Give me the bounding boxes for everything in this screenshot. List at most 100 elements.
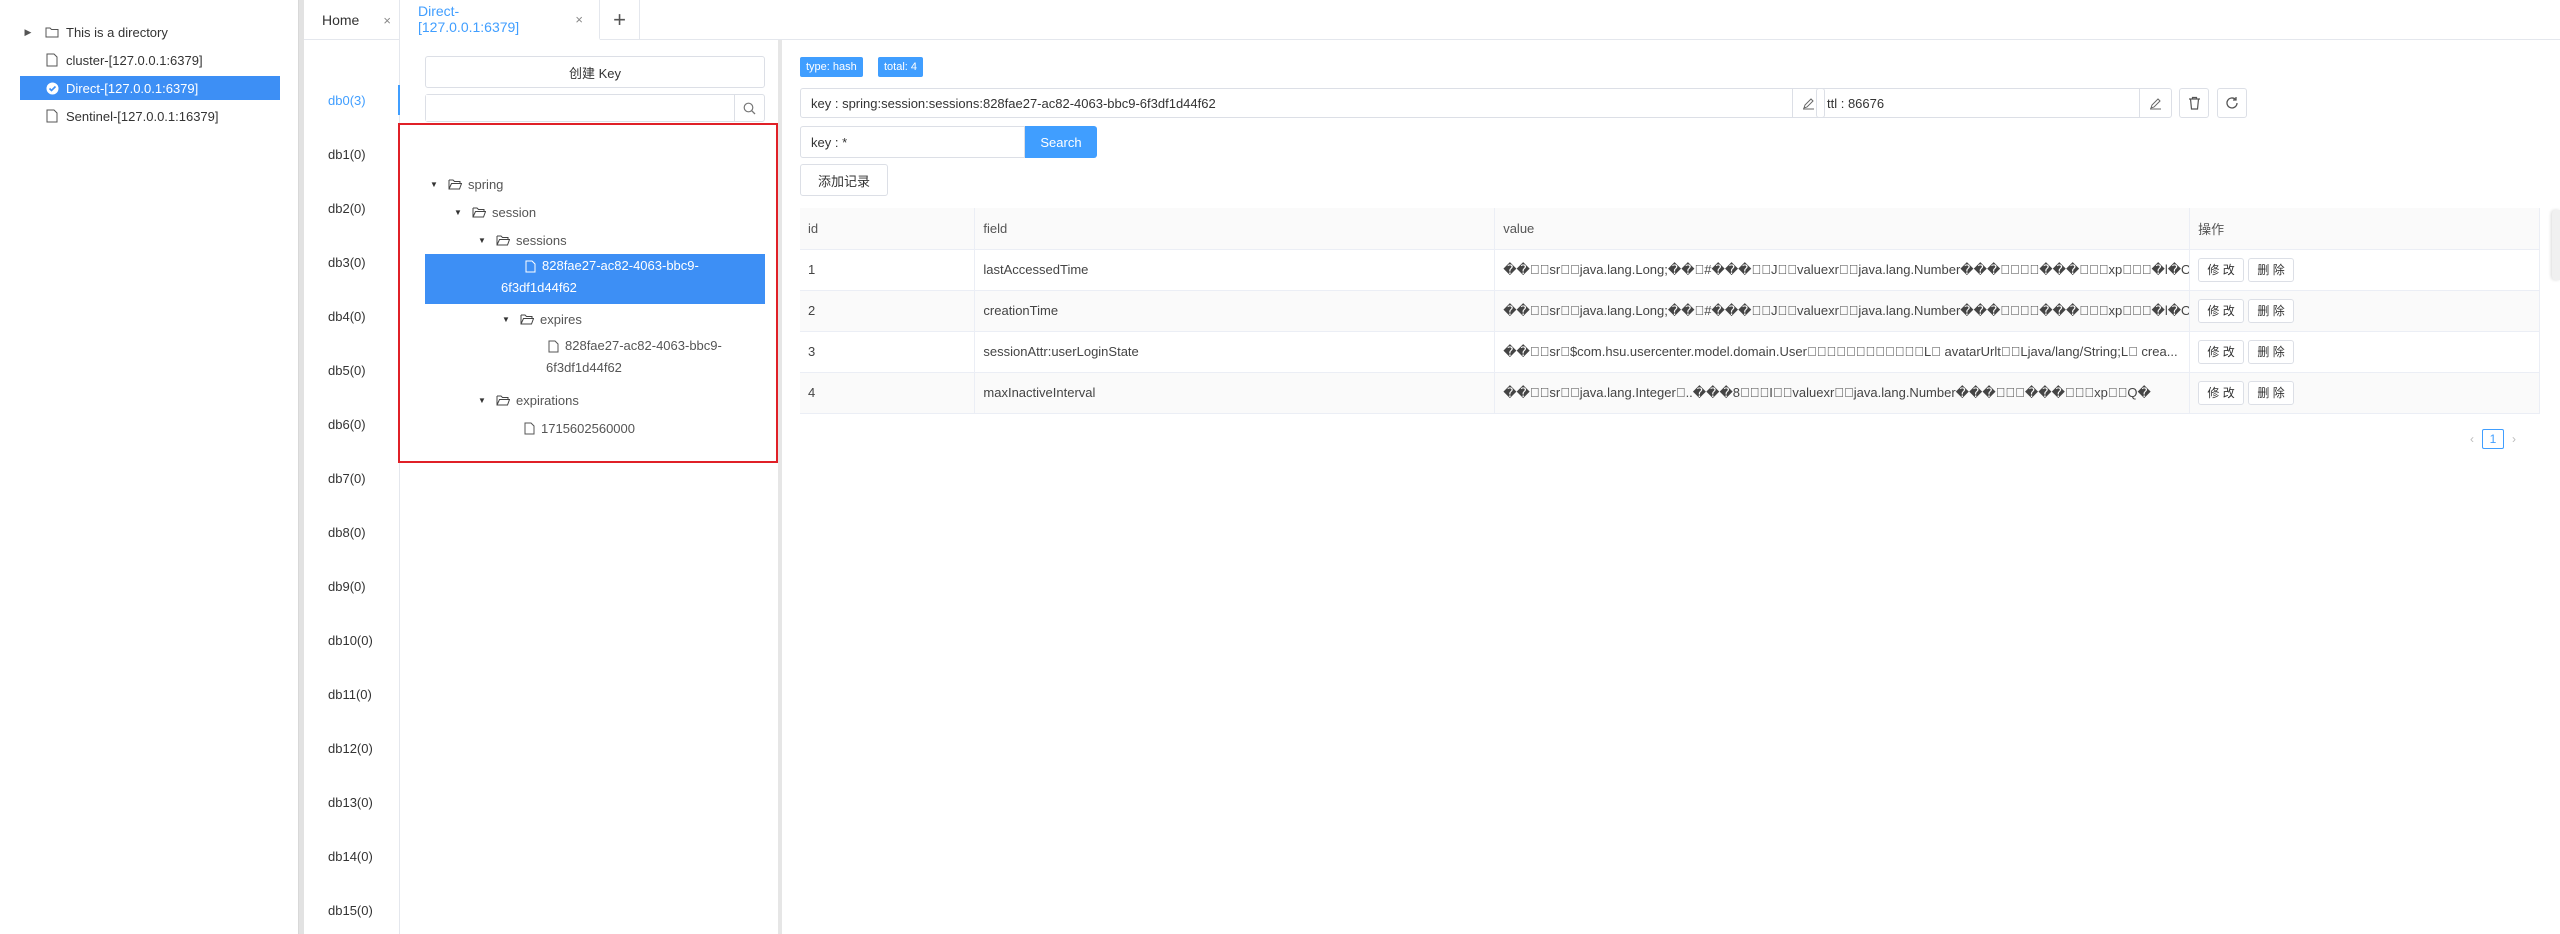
table-row[interactable]: 1 lastAccessedTime �� sr java.lang.Long;… xyxy=(800,249,2540,291)
modify-button[interactable]: 修 改 xyxy=(2198,380,2245,405)
sidebar-item-sentinel[interactable]: Sentinel-[127.0.0.1:16379] xyxy=(20,104,280,128)
ttl-field[interactable]: ttl : 86676 xyxy=(1816,88,2172,118)
refresh-icon xyxy=(2225,96,2239,110)
tree-leaf-expires-key[interactable]: 828fae27-ac82-4063-bbc9- 6f3df1d44f62 xyxy=(546,334,768,380)
database-item[interactable]: db14(0) xyxy=(304,841,400,871)
cell-actions: 修 改删 除 xyxy=(2189,372,2540,414)
pagination: ‹ 1 › xyxy=(2470,429,2516,449)
database-item[interactable]: db0(3) xyxy=(304,85,400,115)
database-item[interactable]: db9(0) xyxy=(304,571,400,601)
key-search-input[interactable] xyxy=(426,95,726,121)
folder-icon xyxy=(44,26,60,38)
tree-leaf-selected-session-key[interactable]: 828fae27-ac82-4063-bbc9- 6f3df1d44f62 xyxy=(425,254,765,304)
caret-down-icon[interactable]: ▼ xyxy=(476,396,488,405)
cell-value: �� sr java.lang.Long;��#��� J value… xyxy=(1494,249,2191,291)
delete-key-button[interactable] xyxy=(2179,88,2209,118)
database-item[interactable]: db13(0) xyxy=(304,787,400,817)
modify-button[interactable]: 修 改 xyxy=(2198,257,2245,282)
table-row[interactable]: 3 sessionAttr:userLoginState �� sr $com.h… xyxy=(800,331,2540,373)
sidebar-item-direct[interactable]: Direct-[127.0.0.1:6379] xyxy=(20,76,280,100)
column-header-actions: 操作 xyxy=(2189,208,2540,250)
tree-node-label: expires xyxy=(540,311,582,327)
database-list: db0(3) db1(0) db2(0) db3(0) db4(0) db5(0) db6(… xyxy=(304,40,400,934)
tree-node-expirations[interactable]: ▼ expirations xyxy=(476,387,579,413)
cell-id: 1 xyxy=(800,249,976,291)
create-key-button[interactable]: 创建 Key xyxy=(425,56,765,88)
delete-button[interactable]: 删 除 xyxy=(2248,380,2295,405)
trash-icon xyxy=(2188,96,2201,110)
add-tab-button[interactable]: + xyxy=(600,0,640,40)
file-icon xyxy=(548,340,559,353)
prev-page-button[interactable]: ‹ xyxy=(2470,432,2474,446)
sidebar-item-label: cluster-[127.0.0.1:6379] xyxy=(66,52,203,68)
sidebar-item-cluster[interactable]: cluster-[127.0.0.1:6379] xyxy=(20,48,280,72)
cell-field: maxInactiveInterval xyxy=(974,372,1496,414)
database-item[interactable]: db7(0) xyxy=(304,463,400,493)
database-item[interactable]: db1(0) xyxy=(304,139,400,169)
tab-label: Direct-[127.0.0.1:6379] xyxy=(418,3,520,35)
modify-button[interactable]: 修 改 xyxy=(2198,339,2245,364)
tree-node-expires[interactable]: ▼ expires xyxy=(500,306,582,332)
next-page-button[interactable]: › xyxy=(2512,432,2516,446)
tree-node-label: 828fae27-ac82-4063-bbc9- xyxy=(542,258,699,273)
edit-icon[interactable] xyxy=(2139,89,2171,117)
folder-open-icon xyxy=(472,206,486,218)
search-icon[interactable] xyxy=(734,95,764,121)
field-filter-input[interactable]: key : * xyxy=(800,126,1025,158)
refresh-button[interactable] xyxy=(2217,88,2247,118)
search-button[interactable]: Search xyxy=(1025,126,1097,158)
tree-leaf-expirations-key[interactable]: 1715602560000 xyxy=(524,415,635,441)
database-item[interactable]: db10(0) xyxy=(304,625,400,655)
tree-node-sessions[interactable]: ▼ sessions xyxy=(476,227,567,253)
tree-node-label-continued: 6f3df1d44f62 xyxy=(546,360,622,375)
database-item[interactable]: db6(0) xyxy=(304,409,400,439)
column-header-value[interactable]: value xyxy=(1494,208,2191,250)
database-item[interactable]: db15(0) xyxy=(304,895,400,925)
tab-bar: Home × Direct-[127.0.0.1:6379] × + xyxy=(304,0,2560,40)
close-icon[interactable]: × xyxy=(575,12,583,27)
database-item[interactable]: db4(0) xyxy=(304,301,400,331)
tree-node-spring[interactable]: ▼ spring xyxy=(428,171,503,197)
caret-down-icon[interactable]: ▼ xyxy=(428,180,440,189)
cell-field: sessionAttr:userLoginState xyxy=(974,331,1496,373)
database-item[interactable]: db2(0) xyxy=(304,193,400,223)
tab-home[interactable]: Home × xyxy=(304,0,400,40)
column-header-field[interactable]: field xyxy=(974,208,1496,250)
table-row[interactable]: 2 creationTime �� sr java.lang.Long;��#… xyxy=(800,290,2540,332)
modify-button[interactable]: 修 改 xyxy=(2198,298,2245,323)
caret-down-icon[interactable]: ▼ xyxy=(500,315,512,324)
add-record-button[interactable]: 添加记录 xyxy=(800,164,888,196)
tab-label: Home xyxy=(322,12,360,28)
tab-direct[interactable]: Direct-[127.0.0.1:6379] × xyxy=(400,0,600,40)
column-header-id[interactable]: id xyxy=(800,208,976,250)
tree-node-label: sessions xyxy=(516,232,567,248)
database-item[interactable]: db3(0) xyxy=(304,247,400,277)
database-item[interactable]: db11(0) xyxy=(304,679,400,709)
cell-value: �� sr $com.hsu.usercenter.model.domain.… xyxy=(1494,331,2191,373)
caret-down-icon[interactable]: ▼ xyxy=(476,236,488,245)
sidebar-item-directory[interactable]: ▶ This is a directory xyxy=(20,20,280,44)
sidebar-item-label: This is a directory xyxy=(66,24,168,40)
cell-id: 2 xyxy=(800,290,976,332)
delete-button[interactable]: 删 除 xyxy=(2248,339,2295,364)
tree-node-label: 1715602560000 xyxy=(541,420,635,436)
table-row[interactable]: 4 maxInactiveInterval �� sr java.lang.In… xyxy=(800,372,2540,414)
hash-fields-table: id field value 操作 1 lastAccessedTime �� s… xyxy=(800,208,2540,414)
key-detail-panel: type: hash total: 4 key : spring:session… xyxy=(782,40,2560,934)
delete-button[interactable]: 删 除 xyxy=(2248,298,2295,323)
database-item[interactable]: db5(0) xyxy=(304,355,400,385)
caret-right-icon[interactable]: ▶ xyxy=(20,27,36,38)
side-drawer-handle[interactable] xyxy=(2552,210,2560,280)
close-icon[interactable]: × xyxy=(383,13,391,28)
key-name-field[interactable]: key : spring:session:sessions:828fae27-a… xyxy=(800,88,1825,118)
database-item[interactable]: db8(0) xyxy=(304,517,400,547)
cell-value: �� sr java.lang.Long;��#��� J value… xyxy=(1494,290,2191,332)
cell-id: 3 xyxy=(800,331,976,373)
page-number-current[interactable]: 1 xyxy=(2482,429,2504,449)
tree-node-label: 828fae27-ac82-4063-bbc9- xyxy=(565,338,722,353)
tree-node-session[interactable]: ▼ session xyxy=(452,199,536,225)
folder-open-icon xyxy=(520,313,534,325)
caret-down-icon[interactable]: ▼ xyxy=(452,208,464,217)
delete-button[interactable]: 删 除 xyxy=(2248,257,2295,282)
database-item[interactable]: db12(0) xyxy=(304,733,400,763)
